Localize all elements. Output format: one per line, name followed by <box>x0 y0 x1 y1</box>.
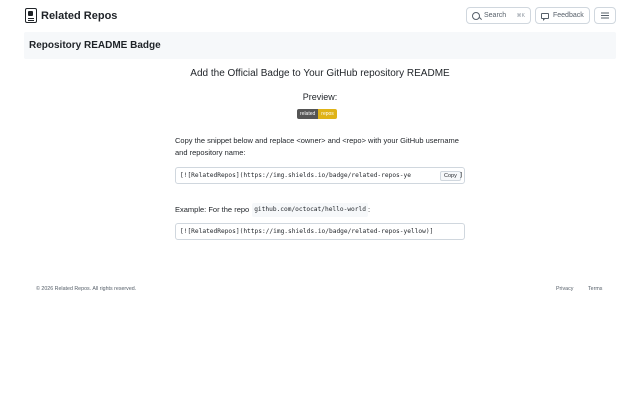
badge-preview: related repos <box>297 109 337 119</box>
example-line: Example: For the repo github.com/octocat… <box>175 203 370 217</box>
example-snippet-code: [![RelatedRepos](https://img.shields.io/… <box>180 228 434 235</box>
logo-icon <box>25 8 37 23</box>
footer-privacy-link[interactable]: Privacy <box>556 286 573 292</box>
brand-name: Related Repos <box>41 9 118 22</box>
search-label: Search <box>484 12 507 19</box>
preview-label: Preview: <box>302 92 338 102</box>
menu-button[interactable] <box>594 7 616 24</box>
footer-copyright: © 2026 Related Repos. All rights reserve… <box>36 286 137 292</box>
badge-right-segment: repos <box>318 109 337 119</box>
search-icon <box>472 11 480 20</box>
hamburger-menu-icon <box>601 14 609 17</box>
instructions-text: Copy the snippet below and replace <owne… <box>175 136 459 157</box>
feedback-button[interactable]: Feedback <box>535 7 590 24</box>
footer-terms-link[interactable]: Terms <box>588 286 602 292</box>
snippet-code-tail: ] <box>459 172 463 179</box>
example-code-box[interactable]: [![RelatedRepos](https://img.shields.io/… <box>175 223 465 240</box>
brand-link[interactable]: Related Repos <box>25 8 117 23</box>
page-title-bar: Repository README Badge <box>24 32 616 59</box>
example-repo-code: github.com/octocat/hello-world <box>252 203 368 217</box>
example-prefix: Example: For the repo <box>175 205 250 214</box>
feedback-label: Feedback <box>553 12 584 19</box>
badge-left-segment: related <box>297 109 319 119</box>
snippet-code: [![RelatedRepos](https://img.shields.io/… <box>180 172 411 179</box>
page-title: Repository README Badge <box>29 40 161 51</box>
headline: Add the Official Badge to Your GitHub re… <box>190 68 450 79</box>
copy-button[interactable]: Copy <box>440 171 461 181</box>
chat-bubble-icon <box>541 12 549 21</box>
search-button[interactable]: Search ⌘K <box>466 7 531 24</box>
search-shortcut: ⌘K <box>516 12 525 19</box>
example-suffix: : <box>367 205 371 214</box>
top-navigation-bar: Related Repos Search ⌘K Feedback <box>0 0 640 32</box>
snippet-code-box[interactable]: [![RelatedRepos](https://img.shields.io/… <box>175 167 465 184</box>
